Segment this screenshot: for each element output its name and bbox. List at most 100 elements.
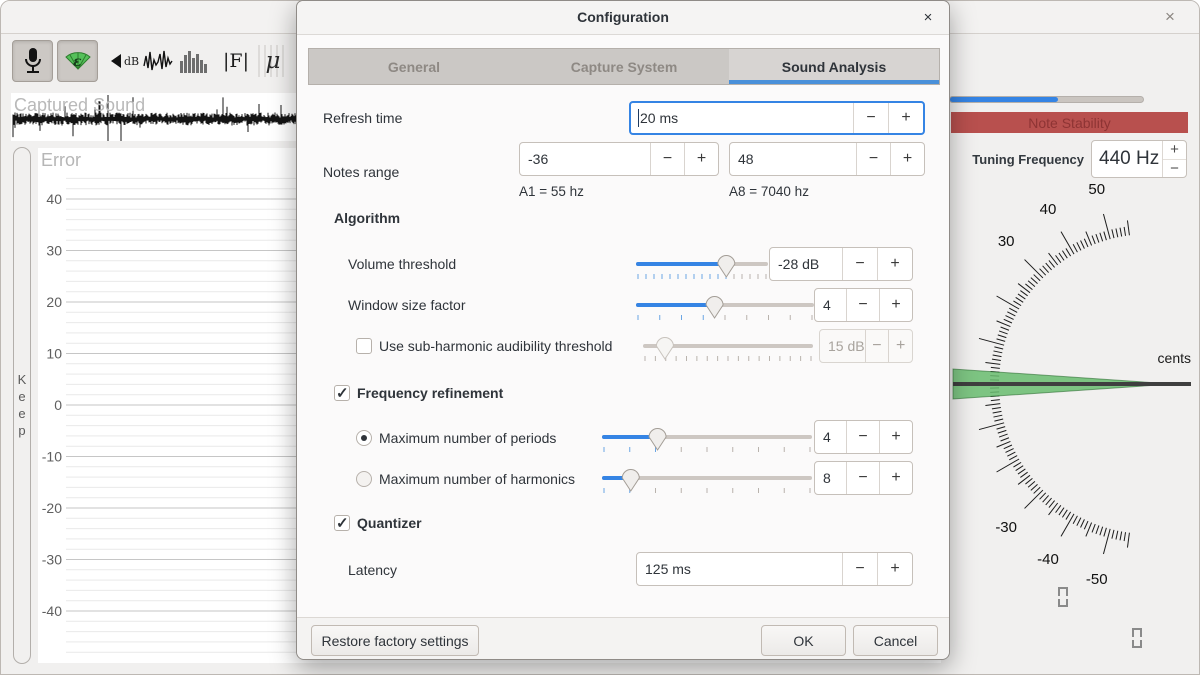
subharmonic-checkbox[interactable] [356, 338, 372, 354]
max-periods-slider[interactable] [601, 427, 813, 457]
window-size-factor-slider[interactable] [635, 295, 815, 325]
max-periods-decrement-button[interactable]: − [846, 421, 879, 453]
max-harmonics-label: Maximum number of harmonics [379, 471, 575, 487]
window-size-factor-spinbox[interactable]: 4 − + [814, 288, 913, 322]
keep-button[interactable]: Keep [13, 147, 31, 664]
max-harmonics-decrement-button[interactable]: − [846, 462, 879, 494]
max-harmonics-slider[interactable] [601, 468, 813, 498]
volume-threshold-decrement-button[interactable]: − [842, 248, 877, 280]
screen: × ε dB [0, 0, 1200, 675]
notes-range-low-increment-button[interactable]: + [684, 143, 718, 175]
refresh-time-increment-button[interactable]: + [888, 103, 923, 133]
volume-threshold-slider[interactable] [635, 254, 769, 284]
notes-range-low-value[interactable]: -36 [520, 143, 650, 175]
subharmonic-value: 15 dB [820, 330, 865, 362]
waveform-view-icon[interactable] [142, 45, 176, 77]
volume-threshold-label: Volume threshold [348, 256, 456, 272]
svg-text:ε: ε [73, 54, 82, 70]
subharmonic-slider [642, 336, 814, 366]
latency-increment-button[interactable]: + [877, 553, 912, 585]
gauge-unit-label: cents [1158, 350, 1191, 366]
tab-sound-analysis[interactable]: Sound Analysis [729, 49, 939, 84]
tuning-frequency-label: Tuning Frequency [951, 152, 1084, 167]
notes-range-low-decrement-button[interactable]: − [650, 143, 684, 175]
volume-db-icon[interactable]: dB [104, 45, 142, 77]
max-periods-increment-button[interactable]: + [879, 421, 912, 453]
svg-text:50: 50 [1088, 181, 1105, 198]
fourier-view-icon[interactable]: |F| [219, 45, 253, 77]
gauge-tick-labels: 304050-30-40-50 [995, 181, 1107, 588]
tuning-frequency-value[interactable]: 440 Hz [1092, 141, 1162, 177]
ok-button[interactable]: OK [761, 625, 846, 656]
quantizer-heading: Quantizer [357, 515, 422, 531]
tab-capture-system[interactable]: Capture System [519, 49, 729, 84]
segment-digit [1058, 587, 1068, 607]
max-periods-radio[interactable] [356, 430, 372, 446]
window-size-factor-value[interactable]: 4 [815, 289, 846, 321]
tuning-frequency-decrement-button[interactable]: − [1163, 160, 1186, 178]
svg-text:0: 0 [54, 397, 62, 413]
max-harmonics-spinbox[interactable]: 8 − + [814, 461, 913, 495]
svg-text:30: 30 [998, 233, 1015, 250]
notes-range-high-spinbox[interactable]: 48 − + [729, 142, 925, 176]
app-logo-toggle-button[interactable]: ε [57, 40, 98, 82]
restore-factory-settings-button[interactable]: Restore factory settings [311, 625, 479, 656]
quantizer-checkbox[interactable] [334, 515, 350, 531]
statistics-view-icon[interactable]: μ [258, 45, 288, 77]
dialog-titlebar[interactable]: Configuration × [297, 1, 949, 35]
volume-threshold-value[interactable]: -28 dB [770, 248, 842, 280]
tab-general-label: General [388, 59, 440, 75]
max-periods-label: Maximum number of periods [379, 430, 556, 446]
gauge-ticks [973, 214, 1129, 554]
speaker-icon [107, 53, 123, 69]
notes-range-high-hint: A8 = 7040 hz [729, 184, 809, 199]
tuning-frequency-increment-button[interactable]: + [1163, 141, 1186, 160]
latency-spinbox[interactable]: 125 ms − + [636, 552, 913, 586]
segment-digit [1132, 628, 1142, 648]
notes-range-high-value[interactable]: 48 [730, 143, 856, 175]
note-stability-label: Note Stability [1028, 115, 1110, 131]
window-size-factor-decrement-button[interactable]: − [846, 289, 879, 321]
refresh-time-value[interactable]: 20 ms [639, 103, 853, 133]
configuration-dialog: Configuration × General Capture System S… [296, 0, 950, 660]
fourier-label: |F| [223, 50, 249, 72]
svg-text:30: 30 [46, 243, 62, 259]
subharmonic-increment-button: + [888, 330, 912, 362]
microphone-toggle-button[interactable] [12, 40, 53, 82]
window-size-factor-increment-button[interactable]: + [879, 289, 912, 321]
main-window-close-icon[interactable]: × [1159, 6, 1181, 28]
refresh-time-decrement-button[interactable]: − [853, 103, 888, 133]
notes-range-high-decrement-button[interactable]: − [856, 143, 890, 175]
svg-text:-40: -40 [1037, 551, 1059, 568]
refresh-time-spinbox[interactable]: 20 ms − + [629, 101, 925, 135]
app-logo-icon: ε [64, 49, 92, 73]
max-periods-value[interactable]: 4 [815, 421, 846, 453]
svg-text:-40: -40 [42, 603, 62, 619]
dialog-close-icon[interactable]: × [917, 7, 939, 29]
notes-range-high-increment-button[interactable]: + [890, 143, 924, 175]
frequency-refinement-checkbox[interactable] [334, 385, 350, 401]
volume-threshold-increment-button[interactable]: + [877, 248, 912, 280]
max-periods-spinbox[interactable]: 4 − + [814, 420, 913, 454]
tuning-frequency-steppers: + − [1162, 141, 1186, 177]
latency-value[interactable]: 125 ms [637, 553, 842, 585]
cancel-button[interactable]: Cancel [853, 625, 938, 656]
tab-general[interactable]: General [309, 49, 519, 84]
notes-range-low-spinbox[interactable]: -36 − + [519, 142, 719, 176]
latency-decrement-button[interactable]: − [842, 553, 877, 585]
svg-text:-20: -20 [42, 500, 62, 516]
gauge-confidence-wedge [953, 369, 1173, 399]
db-label: dB [124, 55, 139, 68]
algorithm-heading: Algorithm [334, 210, 400, 226]
max-harmonics-value[interactable]: 8 [815, 462, 846, 494]
tab-sound-analysis-label: Sound Analysis [782, 59, 887, 75]
tuning-frequency-spinbox[interactable]: 440 Hz + − [1091, 140, 1187, 178]
max-harmonics-increment-button[interactable]: + [879, 462, 912, 494]
volume-threshold-spinbox[interactable]: -28 dB − + [769, 247, 913, 281]
svg-text:-10: -10 [42, 449, 62, 465]
dialog-action-bar: Restore factory settings OK Cancel [297, 617, 949, 659]
spectrum-view-icon[interactable] [178, 45, 210, 77]
svg-text:10: 10 [46, 346, 62, 362]
max-harmonics-radio[interactable] [356, 471, 372, 487]
waveform-icon [143, 48, 175, 74]
